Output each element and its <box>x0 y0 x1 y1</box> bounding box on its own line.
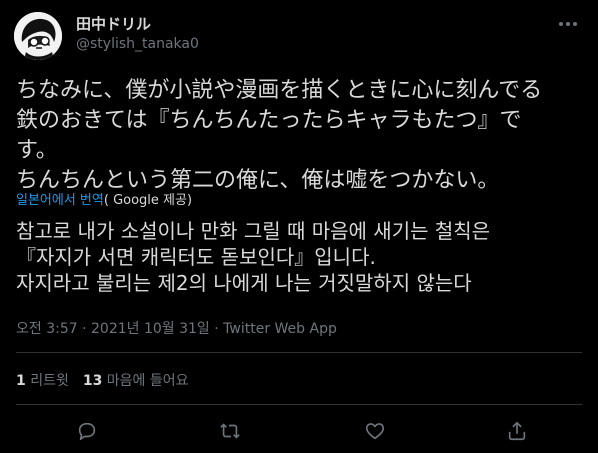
share-icon[interactable] <box>504 418 530 444</box>
likes-label: 마음에 들어요 <box>106 373 189 389</box>
retweets-stat[interactable]: 1 리트윗 <box>16 373 69 389</box>
user-avatar-icon <box>14 12 62 60</box>
tweet-timestamp[interactable]: 오전 3:57 · 2021년 10월 31일 · Twitter Web Ap… <box>16 318 337 338</box>
display-name[interactable]: 田中ドリル <box>76 13 151 34</box>
retweet-icon[interactable] <box>217 418 243 444</box>
avatar[interactable] <box>14 12 62 60</box>
translation-line: 자지라고 불리는 제2의 나에게 나는 거짓말하지 않는다 <box>16 271 472 295</box>
engagement-stats: 1 리트윗 13 마음에 들어요 <box>16 370 189 390</box>
translated-text: 참고로 내가 소설이나 만화 그릴 때 마음에 새기는 철칙은 『자지가 서면 … <box>16 218 586 296</box>
retweets-label: 리트윗 <box>30 373 69 389</box>
reply-icon[interactable] <box>74 418 100 444</box>
translation-line: 『자지가 서면 캐릭터도 돋보인다』입니다. <box>16 245 376 269</box>
like-icon[interactable] <box>362 418 388 444</box>
divider <box>16 352 582 353</box>
translation-provider: ( Google 제공) <box>103 193 193 208</box>
action-bar <box>0 416 598 446</box>
translation-line: 참고로 내가 소설이나 만화 그릴 때 마음에 새기는 철칙은 <box>16 219 491 243</box>
retweets-count: 1 <box>16 373 26 389</box>
divider <box>16 404 582 405</box>
tweet-text: ちなみに、僕が小説や漫画を描くときに心に刻んでる 鉄のおきては『ちんちんたったら… <box>16 76 586 196</box>
user-handle[interactable]: @stylish_tanaka0 <box>76 36 199 52</box>
likes-stat[interactable]: 13 마음에 들어요 <box>83 373 189 389</box>
likes-count: 13 <box>82 373 103 389</box>
tweet-line: 鉄のおきては『ちんちんたったらキャラもたつ』で <box>16 108 522 133</box>
translation-attribution: 일본어에서 번역( Google 제공) <box>16 189 192 208</box>
tweet-line: ちなみに、僕が小説や漫画を描くときに心に刻んでる <box>16 78 543 103</box>
tweet-line: す。 <box>16 138 58 163</box>
more-icon[interactable] <box>556 14 580 34</box>
translated-from-link[interactable]: 일본어에서 번역 <box>16 193 104 208</box>
